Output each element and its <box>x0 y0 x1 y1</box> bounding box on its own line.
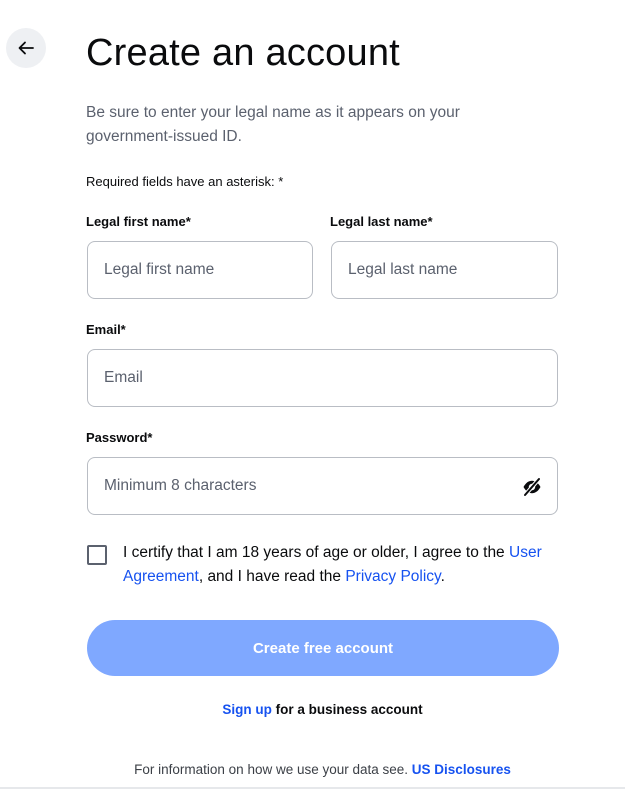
certify-checkbox[interactable] <box>87 545 107 565</box>
password-label: Password* <box>86 430 153 445</box>
data-info-line: For information on how we use your data … <box>0 762 625 777</box>
certify-text-after: . <box>440 568 445 585</box>
page-subtitle: Be sure to enter your legal name as it a… <box>86 104 460 145</box>
privacy-policy-link[interactable]: Privacy Policy <box>345 568 440 585</box>
email-label: Email* <box>86 322 126 337</box>
back-button[interactable] <box>6 28 46 68</box>
create-account-page: Create an account Be sure to enter your … <box>0 0 625 789</box>
page-title: Create an account <box>86 32 400 74</box>
sign-up-link[interactable]: Sign up <box>222 702 272 717</box>
data-info-text: For information on how we use your data … <box>134 762 412 777</box>
business-signup-line: Sign up for a business account <box>0 702 625 717</box>
email-input[interactable] <box>87 349 558 407</box>
certify-text: I certify that I am 18 years of age or o… <box>123 541 563 589</box>
certify-text-before: I certify that I am 18 years of age or o… <box>123 544 509 561</box>
last-name-input[interactable] <box>331 241 558 299</box>
required-fields-note: Required fields have an asterisk: * <box>86 174 284 189</box>
us-disclosures-link[interactable]: US Disclosures <box>412 762 511 777</box>
create-account-button[interactable]: Create free account <box>87 620 559 676</box>
password-input[interactable] <box>87 457 558 515</box>
signup-suffix: for a business account <box>271 702 423 717</box>
first-name-input[interactable] <box>87 241 313 299</box>
last-name-label: Legal last name* <box>330 214 433 229</box>
arrow-left-icon <box>18 41 34 55</box>
certify-text-middle: , and I have read the <box>198 568 346 585</box>
eye-slash-icon[interactable] <box>521 476 543 498</box>
first-name-label: Legal first name* <box>86 214 191 229</box>
